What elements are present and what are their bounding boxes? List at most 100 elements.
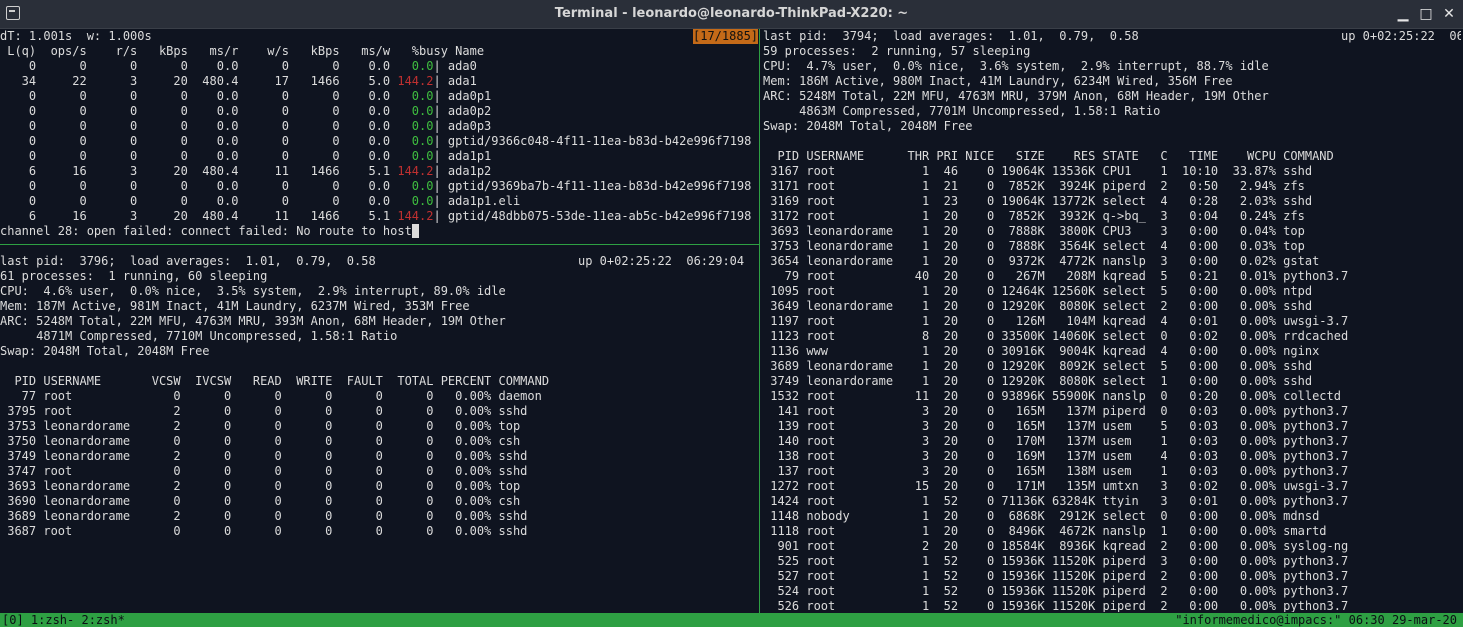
top-cpu-line: 1118 root 1 20 0 8496K 4672K nanslp 1 0:… (763, 524, 1327, 538)
gstat-row-values: 0 0 0 0 0.0 0 0 0.0 (0, 194, 398, 208)
terminal-cursor (411, 224, 420, 238)
top-cpu-line: 59 processes: 2 running, 57 sleeping (763, 44, 1031, 58)
top-io-line: 61 processes: 1 running, 60 sleeping (0, 269, 268, 283)
gstat-row-busy: 144.2 (397, 74, 434, 88)
top-cpu-line: 3172 root 1 20 0 7852K 3932K q->bq_ 3 0:… (763, 209, 1305, 223)
top-cpu-line: 3654 leonardorame 1 20 0 9372K 4772K nan… (763, 254, 1320, 268)
top-io-line: 4871M Compressed, 7710M Uncompressed, 1.… (0, 329, 398, 343)
gstat-row-values: 34 22 3 20 480.4 17 1466 5.0 (0, 74, 398, 88)
top-io-line: CPU: 4.6% user, 0.0% nice, 3.5% system, … (0, 284, 506, 298)
gstat-header: dT: 1.001s w: 1.000s (0, 29, 152, 43)
pane-divider-vertical (759, 29, 760, 613)
top-io-pane[interactable]: last pid: 3796; load averages: 1.01, 0.7… (0, 254, 758, 612)
gstat-row-values: 0 0 0 0 0.0 0 0 0.0 (0, 119, 398, 133)
top-io-line (0, 359, 758, 374)
top-cpu-pane[interactable]: last pid: 3794; load averages: 1.01, 0.7… (763, 29, 1461, 612)
gstat-row-values: 0 0 0 0 0.0 0 0 0.0 (0, 89, 398, 103)
top-cpu-line: CPU: 4.7% user, 0.0% nice, 3.6% system, … (763, 59, 1269, 73)
pane-divider-horizontal (0, 244, 759, 245)
gstat-row-busy: 0.0 (397, 119, 434, 133)
top-io-line: 3750 leonardorame 0 0 0 0 0 0 0.00% csh (0, 434, 521, 448)
gstat-rows: 0 0 0 0 0.0 0 0 0.0 0.0| ada0 34 22 3 20… (0, 59, 758, 224)
top-cpu-line: 525 root 1 52 0 15936K 11520K piperd 3 0… (763, 554, 1349, 568)
top-cpu-line: 527 root 1 52 0 15936K 11520K piperd 2 0… (763, 569, 1349, 583)
tmux-window-list[interactable]: [0] 1:zsh- 2:zsh* (2, 613, 125, 627)
gstat-row-values: 6 16 3 20 480.4 11 1466 5.1 (0, 164, 398, 178)
maximize-button[interactable]: □ (1416, 4, 1436, 24)
gstat-row-busy: 0.0 (397, 59, 434, 73)
top-cpu-line: 139 root 3 20 0 165M 137M usem 5 0:03 0.… (763, 419, 1349, 433)
top-cpu-line: 901 root 2 20 0 18584K 8936K kqread 2 0:… (763, 539, 1349, 553)
top-cpu-line: 137 root 3 20 0 165M 138M usem 1 0:03 0.… (763, 464, 1349, 478)
top-cpu-line: Swap: 2048M Total, 2048M Free (763, 119, 973, 133)
gstat-row: 0 0 0 0 0.0 0 0 0.0 0.0| ada0p2 (0, 104, 758, 119)
top-cpu-line: 1532 root 11 20 0 93896K 55900K nanslp 0… (763, 389, 1341, 403)
gstat-row-name: | ada0 (433, 59, 477, 73)
top-io-line: 3795 root 2 0 0 0 0 0 0.00% sshd (0, 404, 528, 418)
tmux-status-bar: [0] 1:zsh- 2:zsh* "informemedico@impacs:… (0, 613, 1463, 627)
top-cpu-line: PID USERNAME THR PRI NICE SIZE RES STATE… (763, 149, 1334, 163)
gstat-row-busy: 0.0 (397, 149, 434, 163)
gstat-row-busy: 0.0 (397, 179, 434, 193)
top-cpu-line: 3171 root 1 21 0 7852K 3924K piperd 2 0:… (763, 179, 1305, 193)
gstat-pane[interactable]: dT: 1.001s w: 1.000s [17/1885] L(q) ops/… (0, 29, 758, 243)
top-cpu-line: 526 root 1 52 0 15936K 11520K piperd 2 0… (763, 599, 1349, 612)
gstat-row-values: 0 0 0 0 0.0 0 0 0.0 (0, 179, 398, 193)
top-cpu-line: 3689 leonardorame 1 20 0 12920K 8092K se… (763, 359, 1313, 373)
top-cpu-line: 1136 www 1 20 0 30916K 9004K kqread 4 0:… (763, 344, 1320, 358)
gstat-row-busy: 0.0 (397, 104, 434, 118)
gstat-row-values: 0 0 0 0 0.0 0 0 0.0 (0, 134, 398, 148)
gstat-row-name: | ada1p2 (433, 164, 492, 178)
minimize-button[interactable]: ▁ (1393, 4, 1413, 24)
top-io-line: 3753 leonardorame 2 0 0 0 0 0 0.00% top (0, 419, 521, 433)
top-cpu-line: 141 root 3 20 0 165M 137M piperd 0 0:03 … (763, 404, 1349, 418)
close-button[interactable]: ✕ (1439, 4, 1459, 24)
gstat-row: 6 16 3 20 480.4 11 1466 5.1 144.2| gptid… (0, 209, 758, 224)
top-io-line: Mem: 187M Active, 981M Inact, 41M Laundr… (0, 299, 470, 313)
top-cpu-line: 1424 root 1 52 0 71136K 63284K ttyin 3 0… (763, 494, 1349, 508)
tmux-status-right: "informemedico@impacs:" 06:30 29-mar-20 (1175, 613, 1457, 627)
gstat-row: 0 0 0 0 0.0 0 0 0.0 0.0| gptid/9369ba7b-… (0, 179, 758, 194)
top-io-line: 3747 root 0 0 0 0 0 0 0.00% sshd (0, 464, 528, 478)
gstat-row: 0 0 0 0 0.0 0 0 0.0 0.0| gptid/9366c048-… (0, 134, 758, 149)
gstat-row: 0 0 0 0 0.0 0 0 0.0 0.0| ada1p1.eli (0, 194, 758, 209)
top-cpu-line: 79 root 40 20 0 267M 208M kqread 5 0:21 … (763, 269, 1349, 283)
top-cpu-line: 524 root 1 52 0 15936K 11520K piperd 2 0… (763, 584, 1349, 598)
gstat-row: 34 22 3 20 480.4 17 1466 5.0 144.2| ada1 (0, 74, 758, 89)
gstat-row: 0 0 0 0 0.0 0 0 0.0 0.0| ada0p1 (0, 89, 758, 104)
top-io-line: 3690 leonardorame 0 0 0 0 0 0 0.00% csh (0, 494, 521, 508)
gstat-row-name: | ada1p1.eli (433, 194, 521, 208)
top-cpu-line: ARC: 5248M Total, 22M MFU, 4763M MRU, 37… (763, 89, 1269, 103)
top-cpu-line: 1272 root 15 20 0 171M 135M umtxn 3 0:02… (763, 479, 1349, 493)
gstat-row: 6 16 3 20 480.4 11 1466 5.1 144.2| ada1p… (0, 164, 758, 179)
top-cpu-line: 1197 root 1 20 0 126M 104M kqread 4 0:01… (763, 314, 1349, 328)
gstat-row-busy: 0.0 (397, 134, 434, 148)
top-cpu-line: 4863M Compressed, 7701M Uncompressed, 1.… (763, 104, 1161, 118)
gstat-row-busy: 0.0 (397, 194, 434, 208)
gstat-row-name: | ada0p2 (433, 104, 492, 118)
top-cpu-line: 1123 root 8 20 0 33500K 14060K select 0 … (763, 329, 1349, 343)
gstat-columns: L(q) ops/s r/s kBps ms/r w/s kBps ms/w %… (0, 44, 485, 58)
gstat-counter: [17/1885] (693, 29, 758, 44)
top-cpu-line (763, 134, 1461, 149)
top-cpu-line: 138 root 3 20 0 169M 137M usem 4 0:03 0.… (763, 449, 1349, 463)
top-cpu-line: 3167 root 1 46 0 19064K 13536K CPU1 1 10… (763, 164, 1313, 178)
top-cpu-line: 3753 leonardorame 1 20 0 7888K 3564K sel… (763, 239, 1305, 253)
top-io-line: 3687 root 0 0 0 0 0 0 0.00% sshd (0, 524, 528, 538)
top-cpu-line: 3749 leonardorame 1 20 0 12920K 8080K se… (763, 374, 1313, 388)
top-cpu-line: 1148 nobody 1 20 0 6868K 2912K select 0 … (763, 509, 1320, 523)
gstat-row-values: 0 0 0 0 0.0 0 0 0.0 (0, 104, 398, 118)
top-cpu-line: 140 root 3 20 0 170M 137M usem 1 0:03 0.… (763, 434, 1349, 448)
top-io-line: 3693 leonardorame 2 0 0 0 0 0 0.00% top (0, 479, 521, 493)
gstat-row-busy: 0.0 (397, 89, 434, 103)
gstat-row: 0 0 0 0 0.0 0 0 0.0 0.0| ada0p3 (0, 119, 758, 134)
top-cpu-line: 1095 root 1 20 0 12464K 12560K select 5 … (763, 284, 1313, 298)
top-io-lines: last pid: 3796; load averages: 1.01, 0.7… (0, 254, 758, 539)
top-cpu-lines: last pid: 3794; load averages: 1.01, 0.7… (763, 29, 1461, 612)
gstat-row-values: 0 0 0 0 0.0 0 0 0.0 (0, 149, 398, 163)
top-io-line: ARC: 5248M Total, 22M MFU, 4763M MRU, 39… (0, 314, 506, 328)
gstat-row-values: 0 0 0 0 0.0 0 0 0.0 (0, 59, 398, 73)
top-cpu-line: 3693 leonardorame 1 20 0 7888K 3800K CPU… (763, 224, 1305, 238)
top-cpu-line: 3169 root 1 23 0 19064K 13772K select 4 … (763, 194, 1313, 208)
top-cpu-line: last pid: 3794; load averages: 1.01, 0.7… (763, 29, 1461, 43)
